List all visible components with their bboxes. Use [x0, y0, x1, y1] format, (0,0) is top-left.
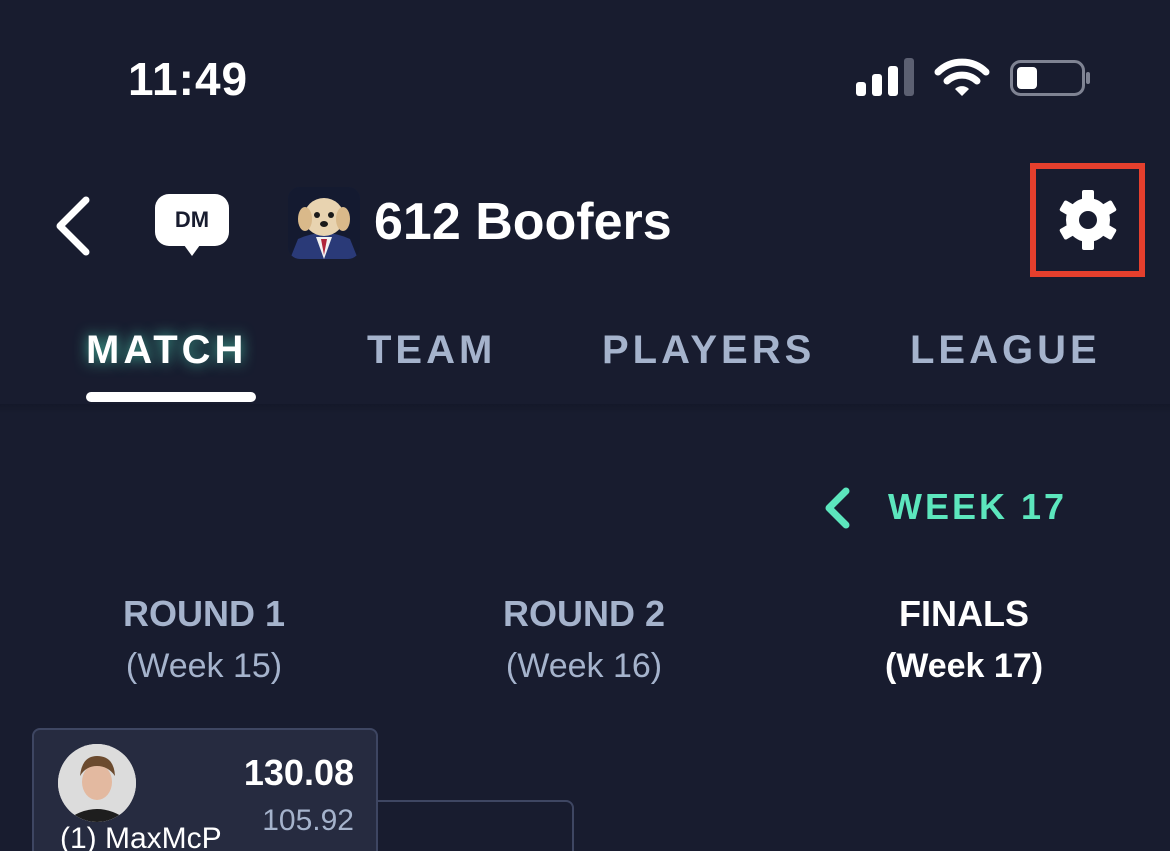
round-week: (Week 15): [125, 647, 283, 685]
dm-button[interactable]: DM: [155, 194, 229, 256]
settings-button[interactable]: [1030, 163, 1145, 277]
wifi-icon: [934, 58, 990, 96]
player-name: (1) MaxMcP: [60, 822, 222, 851]
round-title: ROUND 2: [502, 593, 666, 634]
dm-label: DM: [174, 207, 210, 232]
player-photo: [58, 744, 136, 822]
score-value: 130.08: [243, 752, 354, 793]
puppy-avatar-image: [288, 187, 360, 259]
previous-week-button[interactable]: [822, 487, 852, 529]
bracket-connector-card: [360, 800, 574, 851]
tab-league[interactable]: LEAGUE: [910, 328, 1101, 373]
projected-score: 105.92: [262, 804, 354, 837]
cellular-signal-icon: [856, 58, 916, 96]
tab-bar: MATCH TEAM PLAYERS LEAGUE: [0, 320, 1170, 404]
status-time: 11:49: [128, 53, 249, 105]
round-2-header: ROUND 2 (Week 16): [464, 593, 704, 686]
team-avatar: [288, 187, 360, 259]
finals-header: FINALS (Week 17): [844, 593, 1084, 686]
matchup-card[interactable]: 130.08 105.92 (1) MaxMcP: [32, 728, 378, 851]
round-title: FINALS: [899, 593, 1029, 634]
app-screen: 11:49 DM 612 Boofers MATCH TEAM PLAYERS …: [0, 0, 1170, 851]
active-tab-indicator: [86, 392, 256, 402]
tab-match[interactable]: MATCH: [86, 328, 247, 373]
gear-icon: [1059, 190, 1116, 250]
round-week: (Week 16): [505, 647, 663, 685]
battery-icon: [1010, 60, 1090, 96]
tabs-divider: [0, 404, 1170, 414]
tab-players[interactable]: PLAYERS: [602, 328, 815, 373]
back-button[interactable]: [50, 195, 94, 257]
avatar: [58, 744, 136, 822]
round-title: ROUND 1: [122, 593, 286, 634]
round-1-header: ROUND 1 (Week 15): [84, 593, 324, 686]
team-name: 612 Boofers: [374, 193, 672, 251]
tab-team[interactable]: TEAM: [367, 328, 496, 373]
round-week: (Week 17): [884, 647, 1044, 685]
week-label: WEEK 17: [888, 486, 1068, 527]
